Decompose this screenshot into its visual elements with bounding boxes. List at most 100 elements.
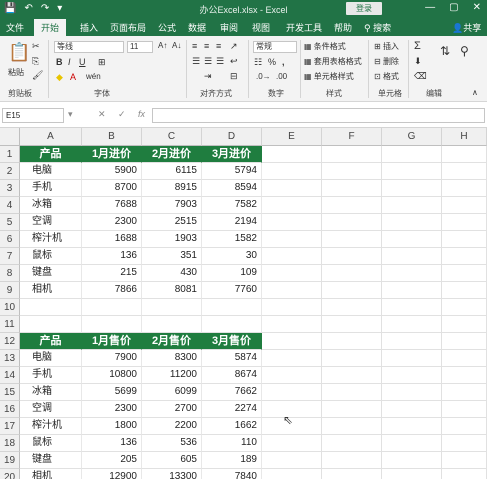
login-button[interactable]: 登录 <box>346 2 382 15</box>
tab-help[interactable]: 帮助 <box>334 21 352 34</box>
cell[interactable] <box>382 197 442 214</box>
share-button[interactable]: 👤共享 <box>452 21 481 34</box>
row-header[interactable]: 9 <box>0 282 20 299</box>
row-header[interactable]: 1 <box>0 146 20 163</box>
cell[interactable]: 109 <box>202 265 262 282</box>
cell[interactable] <box>322 367 382 384</box>
row-header[interactable]: 14 <box>0 367 20 384</box>
cell[interactable] <box>382 384 442 401</box>
comma-style-icon[interactable]: , <box>282 57 285 67</box>
cell[interactable] <box>442 367 487 384</box>
row-header[interactable]: 3 <box>0 180 20 197</box>
cell[interactable]: 8674 <box>202 367 262 384</box>
underline-icon[interactable]: U <box>79 57 86 67</box>
cell[interactable] <box>442 452 487 469</box>
cell[interactable] <box>442 231 487 248</box>
row-header[interactable]: 16 <box>0 401 20 418</box>
cell[interactable] <box>382 248 442 265</box>
cell[interactable]: 电脑 <box>20 163 82 180</box>
cell[interactable] <box>322 163 382 180</box>
cell[interactable] <box>382 418 442 435</box>
name-box-dropdown-icon[interactable]: ▾ <box>68 109 73 120</box>
align-bottom-icon[interactable]: ≡ <box>216 41 221 51</box>
select-all-corner[interactable] <box>0 128 20 146</box>
cell[interactable] <box>322 214 382 231</box>
cell[interactable]: 相机 <box>20 469 82 479</box>
cell[interactable] <box>262 197 322 214</box>
cell[interactable] <box>262 299 322 316</box>
cell[interactable] <box>382 231 442 248</box>
cell[interactable]: 189 <box>202 452 262 469</box>
row-header[interactable]: 5 <box>0 214 20 231</box>
minimize-icon[interactable]: — <box>425 2 435 13</box>
row-header[interactable]: 11 <box>0 316 20 333</box>
cell[interactable] <box>262 180 322 197</box>
cell[interactable]: 3月售价 <box>202 333 262 350</box>
bold-icon[interactable]: B <box>56 57 63 67</box>
cell[interactable] <box>202 316 262 333</box>
cell[interactable]: 键盘 <box>20 265 82 282</box>
cell[interactable]: 产品 <box>20 146 82 163</box>
cell[interactable]: 7866 <box>82 282 142 299</box>
column-header[interactable]: C <box>142 128 202 146</box>
cell[interactable]: 6099 <box>142 384 202 401</box>
cell[interactable]: 7688 <box>82 197 142 214</box>
cell[interactable]: 136 <box>82 248 142 265</box>
indent-icon[interactable]: ⇥ <box>204 71 212 82</box>
cell[interactable]: 351 <box>142 248 202 265</box>
font-name-select[interactable]: 等线 <box>54 41 124 53</box>
cell[interactable] <box>442 401 487 418</box>
collapse-ribbon-icon[interactable]: ∧ <box>472 88 478 97</box>
cell[interactable]: 5874 <box>202 350 262 367</box>
cut-icon[interactable]: ✂ <box>32 41 40 52</box>
cell[interactable]: 2700 <box>142 401 202 418</box>
cell[interactable] <box>262 163 322 180</box>
cell[interactable] <box>262 316 322 333</box>
cell[interactable]: 1800 <box>82 418 142 435</box>
cell[interactable] <box>262 435 322 452</box>
paste-label[interactable]: 粘贴 <box>8 67 24 78</box>
cell[interactable]: 8081 <box>142 282 202 299</box>
cell[interactable] <box>442 163 487 180</box>
cell[interactable]: 30 <box>202 248 262 265</box>
cell[interactable]: 10800 <box>82 367 142 384</box>
phonetic-icon[interactable]: wén <box>86 72 101 81</box>
increase-decimal-icon[interactable]: .0→ <box>256 72 271 81</box>
cell[interactable]: 7840 <box>202 469 262 479</box>
cell[interactable]: 136 <box>82 435 142 452</box>
cell[interactable] <box>382 367 442 384</box>
cell[interactable] <box>442 197 487 214</box>
cell[interactable] <box>322 384 382 401</box>
cell[interactable]: 2274 <box>202 401 262 418</box>
cell[interactable] <box>442 469 487 479</box>
cell[interactable]: 冰箱 <box>20 384 82 401</box>
cell[interactable] <box>442 350 487 367</box>
cell[interactable]: 7760 <box>202 282 262 299</box>
column-header[interactable]: B <box>82 128 142 146</box>
decrease-decimal-icon[interactable]: .00 <box>276 72 287 81</box>
name-box[interactable]: E15 <box>2 108 64 123</box>
copy-icon[interactable]: ⎘ <box>32 56 39 67</box>
cell[interactable] <box>382 265 442 282</box>
cell[interactable]: 2月进价 <box>142 146 202 163</box>
cell[interactable] <box>382 282 442 299</box>
cell[interactable] <box>262 282 322 299</box>
find-select-icon[interactable]: ⚲ <box>460 44 469 58</box>
align-center-icon[interactable]: ☰ <box>204 56 212 67</box>
cell[interactable] <box>442 418 487 435</box>
cell[interactable]: 536 <box>142 435 202 452</box>
font-size-select[interactable]: 11 <box>127 41 153 53</box>
sort-filter-icon[interactable]: ⇅ <box>440 44 450 58</box>
tell-me-search[interactable]: ⚲ 搜索 <box>364 21 391 34</box>
cell[interactable] <box>262 146 322 163</box>
tab-formulas[interactable]: 公式 <box>158 21 176 34</box>
cell[interactable]: 2194 <box>202 214 262 231</box>
row-header[interactable]: 19 <box>0 452 20 469</box>
cell[interactable] <box>442 435 487 452</box>
delete-cells-button[interactable]: ⊟ 删除 <box>374 56 399 67</box>
cell[interactable] <box>382 214 442 231</box>
cell[interactable] <box>382 350 442 367</box>
conditional-format-button[interactable]: ▦ 条件格式 <box>304 41 346 52</box>
cell[interactable]: 8700 <box>82 180 142 197</box>
cell[interactable] <box>382 163 442 180</box>
